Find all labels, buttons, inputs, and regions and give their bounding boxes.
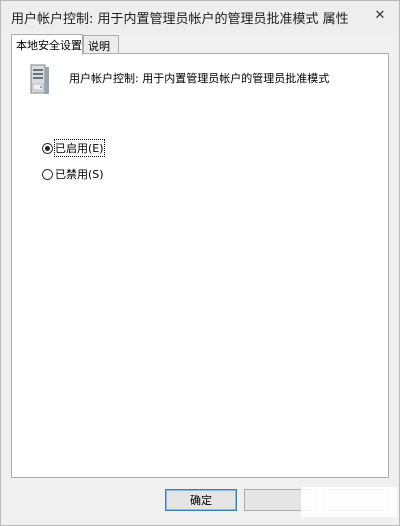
window-title: 用户帐户控制: 用于内置管理员帐户的管理员批准模式 属性 [11, 12, 349, 27]
properties-dialog: 用户帐户控制: 用于内置管理员帐户的管理员批准模式 属性 ✕ 本地安全设置 说明… [0, 0, 400, 526]
tab-panel: 用户帐户控制: 用于内置管理员帐户的管理员批准模式 已启用(E) 已禁用(S) [11, 53, 389, 478]
disabled-radio-option[interactable]: 已禁用(S) [42, 166, 104, 182]
disabled-radio[interactable] [42, 168, 53, 180]
disabled-label[interactable]: 已禁用(S) [55, 166, 104, 182]
enabled-radio-option[interactable]: 已启用(E) [42, 139, 105, 157]
policy-name: 用户帐户控制: 用于内置管理员帐户的管理员批准模式 [69, 72, 330, 85]
radio-selected-dot [45, 145, 50, 151]
title-bar: 用户帐户控制: 用于内置管理员帐户的管理员批准模式 属性 ✕ [1, 1, 399, 33]
tab-local-security-setting[interactable]: 本地安全设置 [11, 34, 83, 55]
enabled-radio[interactable] [42, 142, 53, 154]
ok-button[interactable]: 确定 [165, 489, 237, 511]
server-icon [30, 64, 49, 94]
tab-explain[interactable]: 说明 [83, 35, 119, 54]
enabled-label[interactable]: 已启用(E) [54, 139, 105, 157]
watermark-overlay [301, 487, 397, 517]
close-icon[interactable]: ✕ [367, 4, 393, 26]
